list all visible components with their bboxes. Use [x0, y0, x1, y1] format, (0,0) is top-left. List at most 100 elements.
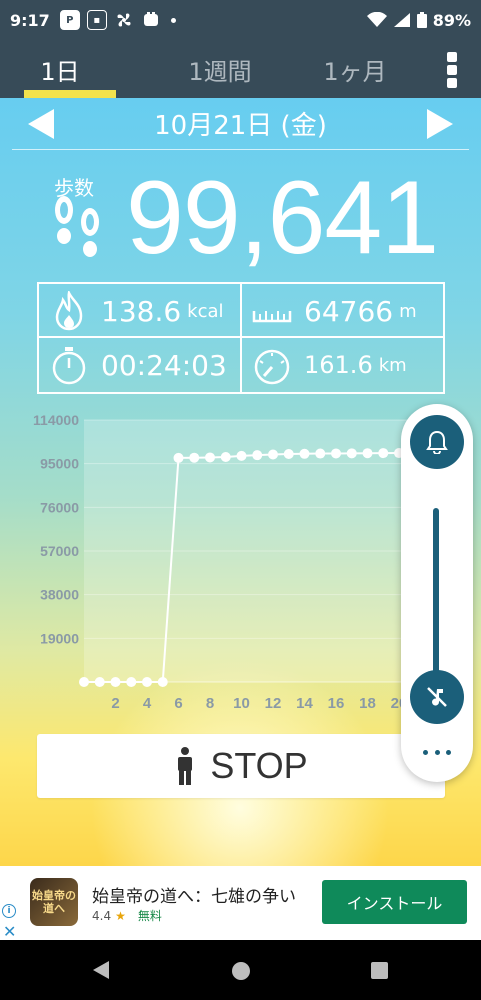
- y-tick-label: 57000: [40, 543, 79, 559]
- system-nav-bar: [0, 940, 481, 1000]
- step-data-point: [110, 677, 121, 687]
- x-tick-label: 6: [174, 695, 182, 712]
- calories-value: 138.6: [101, 294, 182, 328]
- main-panel: 10月21日 (金) 歩数 99,641 138.6 kcal 64766 m …: [0, 98, 481, 866]
- more-notifications-icon: [170, 17, 176, 23]
- music-off-icon: [427, 687, 447, 707]
- tab-1-week[interactable]: 1週間: [155, 40, 285, 98]
- battery-percent: 89%: [432, 10, 471, 30]
- x-tick-label: 8: [206, 695, 214, 712]
- status-right: 89%: [366, 10, 471, 30]
- y-tick-label: 114000: [33, 412, 79, 428]
- calories-stat: 138.6 kcal: [39, 284, 242, 338]
- speed-value: 161.6: [304, 351, 373, 379]
- y-tick-label: 95000: [40, 456, 79, 472]
- step-data-point: [362, 448, 373, 459]
- ad-rating: 4.4: [92, 908, 112, 923]
- distance-stat: 64766 m: [242, 284, 445, 338]
- time-stat: 00:24:03: [39, 338, 242, 392]
- ad-price: 無料: [137, 909, 162, 923]
- step-data-point: [236, 450, 247, 461]
- ringer-mode-button[interactable]: [410, 415, 464, 469]
- speed-stat: 161.6 km: [242, 338, 445, 392]
- x-tick-label: 18: [359, 695, 376, 712]
- step-data-point: [157, 677, 168, 687]
- media-mute-button[interactable]: [410, 670, 464, 724]
- step-data-point: [346, 448, 357, 459]
- step-data-point: [331, 448, 341, 459]
- step-data-point: [283, 449, 294, 460]
- step-data-point: [315, 448, 326, 459]
- x-tick-label: 10: [233, 695, 250, 712]
- walking-person-icon: [178, 747, 193, 785]
- ad-banner[interactable]: i ✕ 始皇帝の道へ 始皇帝の道へ：七雄の争い 4.4 ★ 無料 インストール: [0, 866, 481, 941]
- step-data-point: [173, 452, 184, 463]
- step-data-point: [189, 452, 200, 463]
- x-tick-label: 12: [265, 695, 282, 712]
- home-icon[interactable]: [232, 962, 250, 980]
- tab-1-month[interactable]: 1ヶ月: [295, 40, 415, 98]
- tab-1-day[interactable]: 1日: [10, 40, 116, 98]
- speed-unit: km: [378, 354, 407, 376]
- x-tick-label: 2: [111, 695, 119, 712]
- aeon-icon: [143, 12, 158, 26]
- ad-info-icon[interactable]: i: [2, 904, 16, 918]
- step-data-point: [220, 452, 231, 463]
- star-icon: ★: [115, 908, 126, 923]
- step-data-point: [94, 677, 105, 687]
- stop-label: STOP: [210, 745, 308, 786]
- x-tick-label: 14: [296, 695, 313, 712]
- pedometer-app: 9:17 P ▪ 89% 1日 1週間 1ヶ月 10月21日 (金) 歩数 99…: [0, 0, 481, 1000]
- footprints-icon: [55, 196, 99, 257]
- app-notification-icon: ▪: [86, 10, 107, 30]
- install-button[interactable]: インストール: [322, 880, 467, 924]
- x-tick-label: 4: [143, 695, 152, 712]
- y-tick-label: 19000: [40, 630, 79, 646]
- bell-icon: [426, 430, 448, 454]
- stats-grid: 138.6 kcal 64766 m 00:24:03 161.6 km: [37, 282, 445, 394]
- distance-unit: m: [399, 300, 417, 322]
- step-data-point: [142, 677, 152, 687]
- volume-more-icon[interactable]: [423, 742, 451, 762]
- ad-title[interactable]: 始皇帝の道へ：七雄の争い: [92, 882, 296, 907]
- back-icon[interactable]: [92, 960, 110, 980]
- overflow-menu-icon[interactable]: [441, 52, 463, 88]
- step-data-point: [79, 677, 89, 687]
- flame-icon: [55, 291, 83, 331]
- ad-app-thumbnail[interactable]: 始皇帝の道へ: [30, 878, 78, 926]
- calories-unit: kcal: [187, 300, 224, 322]
- step-count: 99,641: [126, 160, 439, 276]
- ad-meta: 4.4 ★ 無料: [92, 907, 162, 924]
- battery-icon: [416, 12, 427, 28]
- step-data-point: [378, 448, 389, 459]
- signal-icon: [393, 13, 410, 27]
- paypay-icon: P: [59, 10, 80, 30]
- fan-icon: [117, 13, 131, 27]
- volume-panel: [401, 404, 473, 782]
- step-data-point: [252, 450, 263, 461]
- time-value: 00:24:03: [101, 348, 227, 382]
- y-tick-label: 38000: [40, 587, 79, 603]
- x-tick-label: 16: [328, 695, 345, 712]
- status-bar: 9:17 P ▪ 89%: [0, 0, 481, 40]
- step-data-point: [299, 448, 310, 459]
- current-date: 10月21日 (金): [154, 111, 327, 141]
- date-navigator: 10月21日 (金): [12, 98, 469, 150]
- recent-apps-icon[interactable]: [371, 962, 388, 979]
- period-tabs: 1日 1週間 1ヶ月: [0, 40, 481, 98]
- ruler-icon: [252, 311, 292, 323]
- y-tick-label: 76000: [40, 499, 79, 515]
- step-data-point: [268, 449, 278, 460]
- speedometer-icon: [254, 349, 290, 385]
- previous-day-arrow-icon[interactable]: [26, 107, 56, 141]
- stopwatch-icon: [52, 347, 86, 385]
- ad-close-icon[interactable]: ✕: [3, 922, 16, 941]
- stop-button[interactable]: STOP: [37, 734, 445, 798]
- distance-value: 64766: [304, 294, 394, 328]
- status-time: 9:17: [10, 10, 50, 30]
- step-data-point: [126, 677, 137, 687]
- next-day-arrow-icon[interactable]: [425, 107, 455, 141]
- wifi-icon: [366, 12, 387, 27]
- status-app-icons: P ▪: [59, 10, 176, 30]
- step-data-point: [205, 452, 215, 463]
